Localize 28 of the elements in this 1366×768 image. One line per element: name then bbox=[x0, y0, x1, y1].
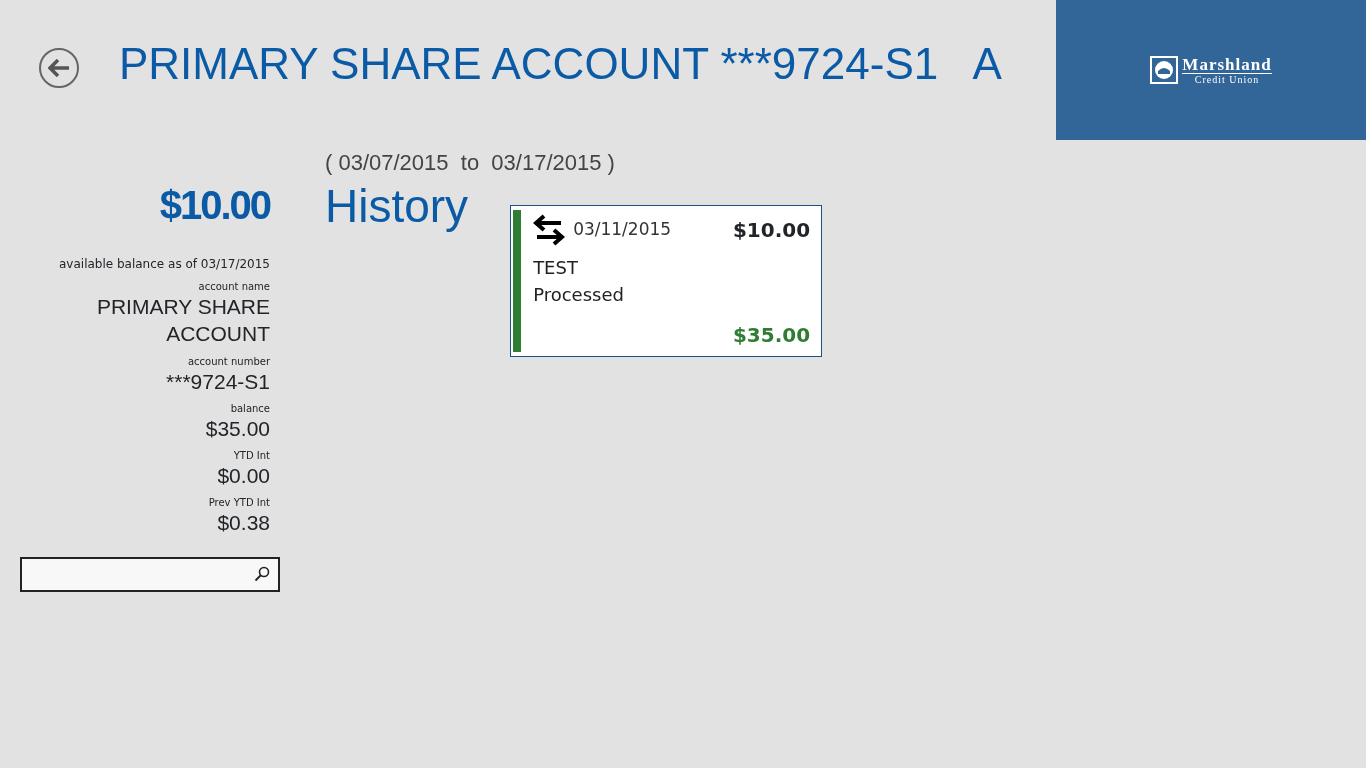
transaction-amount: $10.00 bbox=[732, 217, 811, 244]
transfer-arrows-icon bbox=[533, 214, 566, 246]
back-button[interactable] bbox=[39, 48, 79, 88]
detail-value: PRIMARY SHARE ACCOUNT bbox=[95, 294, 270, 348]
detail-value: $35.00 bbox=[204, 415, 270, 442]
transaction-date: 03/11/2015 bbox=[573, 218, 672, 242]
detail-label: account number bbox=[186, 355, 270, 368]
detail-label: account name bbox=[197, 281, 270, 293]
detail-value: $0.00 bbox=[216, 463, 270, 490]
transaction-card[interactable]: 03/11/2015 $10.00 TEST Processed $35.00 bbox=[510, 205, 823, 357]
detail-label: YTD Int bbox=[232, 450, 270, 463]
logo-name: Marshland bbox=[1182, 55, 1272, 74]
detail-label: balance bbox=[229, 402, 270, 415]
available-balance: $10.00 bbox=[158, 182, 270, 229]
search-icon[interactable] bbox=[254, 566, 270, 583]
logo-subtitle: Credit Union bbox=[1193, 73, 1261, 85]
balance-caption: available balance as of 03/17/2015 bbox=[58, 256, 270, 273]
transaction-status: Processed bbox=[533, 283, 625, 307]
page-title: PRIMARY SHARE ACCOUNT ***9724-S1 A bbox=[119, 38, 1002, 90]
running-balance: $35.00 bbox=[732, 322, 811, 349]
search-field[interactable] bbox=[20, 556, 280, 592]
detail-value: $0.38 bbox=[216, 510, 270, 537]
transaction-description: TEST bbox=[533, 256, 579, 280]
date-range: ( 03/07/2015 to 03/17/2015 ) bbox=[325, 149, 616, 177]
logo-icon bbox=[1150, 56, 1179, 84]
detail-value: ***9724-S1 bbox=[165, 368, 270, 395]
back-arrow-icon bbox=[48, 59, 70, 77]
detail-label: Prev YTD Int bbox=[207, 497, 270, 510]
